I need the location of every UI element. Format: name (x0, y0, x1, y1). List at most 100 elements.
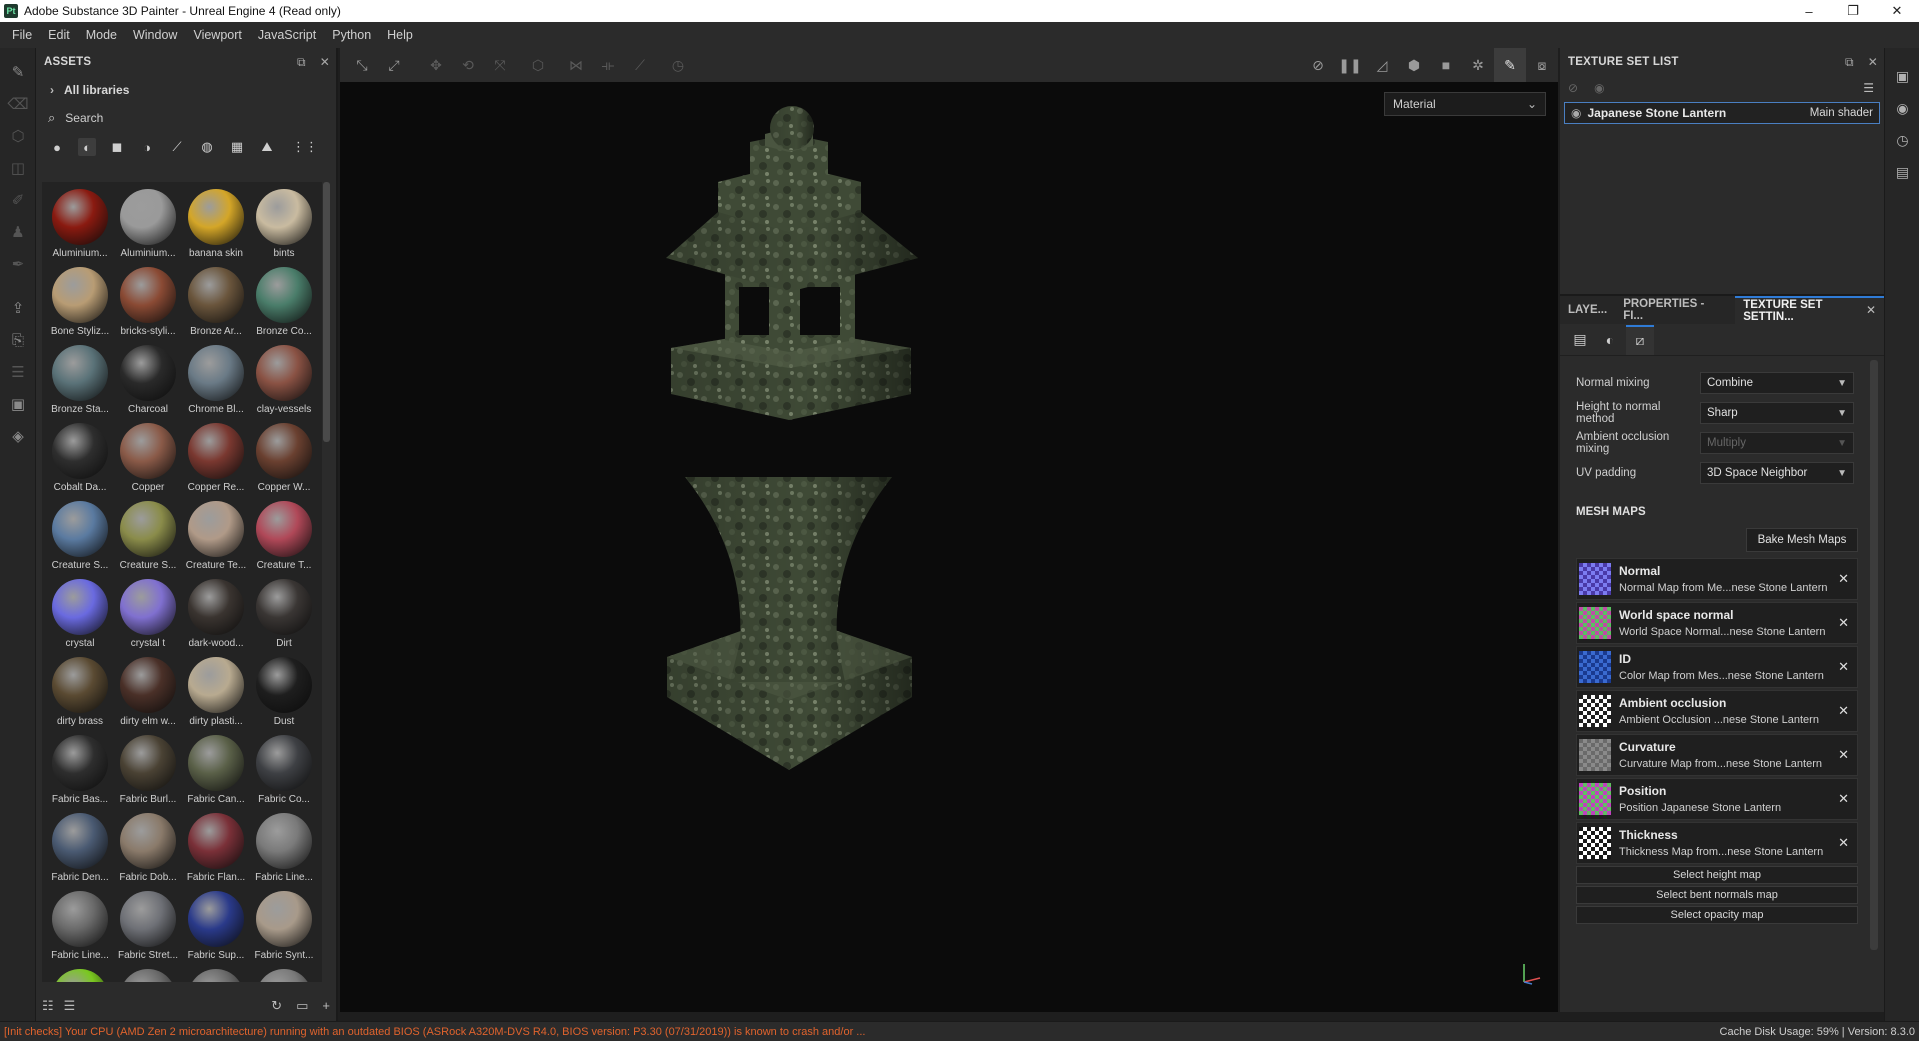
filter-textures-icon[interactable]: ▦ (228, 138, 246, 156)
asset-tile[interactable]: Fabric Flan... (182, 810, 250, 888)
asset-tile[interactable]: Cobalt Da... (46, 420, 114, 498)
texture-set-settings-icon[interactable]: ▤ (1566, 325, 1594, 355)
menu-javascript[interactable]: JavaScript (250, 28, 324, 42)
tab-texture-set-settings[interactable]: TEXTURE SET SETTIN... (1735, 296, 1884, 324)
texture-set-row[interactable]: ◉ Japanese Stone Lantern Main shader (1564, 102, 1880, 124)
scale-icon[interactable]: ⤧ (484, 48, 516, 82)
asset-tile[interactable]: Fabric Line... (46, 888, 114, 966)
close-panel-icon[interactable]: ✕ (1868, 55, 1878, 69)
remove-map-icon[interactable]: ✕ (1838, 791, 1849, 807)
asset-tile[interactable]: dirty plasti... (182, 654, 250, 732)
libraries-tree-item[interactable]: › All libraries (36, 76, 336, 104)
paint-brush-tool-icon[interactable]: ✎ (0, 56, 36, 88)
screenshot-icon[interactable]: ⧇ (1526, 48, 1558, 82)
refresh-icon[interactable]: ↻ (271, 998, 282, 1014)
remove-map-icon[interactable]: ✕ (1838, 659, 1849, 675)
asset-tile[interactable]: Chrome Bl... (182, 342, 250, 420)
menu-help[interactable]: Help (379, 28, 421, 42)
asset-tile[interactable]: clay-vessels (250, 342, 318, 420)
asset-tile[interactable]: Dust (250, 654, 318, 732)
snap-icon[interactable]: ⟋ (624, 48, 656, 82)
viewport-mode-dropdown[interactable]: Material ⌄ (1384, 92, 1546, 116)
remove-map-icon[interactable]: ✕ (1838, 835, 1849, 851)
close-panel-icon[interactable]: ✕ (320, 55, 330, 69)
menu-window[interactable]: Window (125, 28, 185, 42)
asset-tile[interactable]: bints (250, 186, 318, 264)
color-picker-tool-icon[interactable]: ✒ (0, 248, 36, 280)
shader-settings-icon[interactable]: ◐ (1596, 325, 1624, 355)
menu-icon[interactable]: ☰ (1863, 81, 1874, 95)
close-window-button[interactable]: ✕ (1875, 0, 1919, 22)
filter-masks-icon[interactable]: ◼ (108, 138, 126, 156)
asset-tile[interactable]: Fabric Bas... (46, 732, 114, 810)
menu-python[interactable]: Python (324, 28, 379, 42)
mesh-map-row[interactable]: Position Position Japanese Stone Lantern ✕ (1576, 778, 1858, 820)
asset-tile[interactable]: Creature T... (250, 498, 318, 576)
history-icon[interactable]: ◷ (662, 48, 694, 82)
asset-tile[interactable]: Fabric Can... (182, 732, 250, 810)
sort-icon[interactable]: ☷ (42, 998, 54, 1014)
filter-alphas-icon[interactable]: ◍ (198, 138, 216, 156)
asset-tile[interactable]: Fabric Den... (46, 810, 114, 888)
hide-icon[interactable]: ⊘ (1568, 81, 1578, 95)
asset-tile[interactable]: Dirt (250, 576, 318, 654)
filter-smart-materials-icon[interactable]: ◐ (78, 138, 96, 156)
menu-viewport[interactable]: Viewport (185, 28, 249, 42)
shader-icon[interactable]: ◉ (1885, 92, 1919, 124)
tab-properties[interactable]: PROPERTIES - FI... (1615, 296, 1735, 324)
normal-mixing-dropdown[interactable]: Combine ▼ (1700, 372, 1854, 394)
asset-tile[interactable]: Bronze Sta... (46, 342, 114, 420)
history-icon[interactable]: ◷ (1885, 124, 1919, 156)
asset-tile[interactable]: Fabric Line... (250, 810, 318, 888)
texture-set-icon[interactable]: ◈ (0, 420, 36, 452)
asset-tile[interactable]: crystal (46, 576, 114, 654)
object-icon[interactable]: ⬡ (522, 48, 554, 82)
remove-map-icon[interactable]: ✕ (1838, 747, 1849, 763)
asset-tile[interactable]: Aluminium... (46, 186, 114, 264)
layers-icon[interactable]: ☰ (0, 356, 36, 388)
asset-tile[interactable]: Charcoal (114, 342, 182, 420)
asset-tile[interactable]: dirty brass (46, 654, 114, 732)
init-check-warning[interactable]: [Init checks] Your CPU (AMD Zen 2 microa… (4, 1026, 1204, 1038)
asset-tile[interactable]: crystal t (114, 576, 182, 654)
camera-icon[interactable]: ■ (1430, 48, 1462, 82)
uv-padding-dropdown[interactable]: 3D Space Neighbor ▼ (1700, 462, 1854, 484)
asset-tile[interactable] (182, 966, 250, 982)
bake-mesh-maps-button[interactable]: Bake Mesh Maps (1746, 528, 1858, 552)
settings-scrollbar[interactable] (1870, 360, 1878, 950)
asset-tile[interactable]: bricks-styli... (114, 264, 182, 342)
mesh-map-row[interactable]: Ambient occlusion Ambient Occlusion ...ne… (1576, 690, 1858, 732)
asset-tile[interactable]: Bone Styliz... (46, 264, 114, 342)
clone-tool-icon[interactable]: ♟ (0, 216, 36, 248)
asset-tile[interactable]: Copper (114, 420, 182, 498)
menu-edit[interactable]: Edit (40, 28, 78, 42)
mesh-map-row[interactable]: World space normal World Space Normal...n… (1576, 602, 1858, 644)
float-panel-icon[interactable]: ⧉ (297, 55, 306, 70)
remove-map-icon[interactable]: ✕ (1838, 615, 1849, 631)
filter-brushes-icon[interactable]: ⟋ (168, 138, 186, 156)
asset-tile[interactable]: banana skin (182, 186, 250, 264)
add-icon[interactable]: + (322, 998, 330, 1014)
asset-tile[interactable]: Fabric Burl... (114, 732, 182, 810)
properties-icon[interactable]: ▣ (0, 388, 36, 420)
polygon-fill-tool-icon[interactable]: ◫ (0, 152, 36, 184)
asset-scrollbar[interactable] (323, 182, 330, 442)
select-opacity-map-button[interactable]: Select opacity map (1576, 906, 1858, 924)
filter-filters-icon[interactable]: ◑ (138, 138, 156, 156)
pause-icon[interactable]: ❚❚ (1334, 48, 1366, 82)
minimize-button[interactable]: – (1787, 0, 1831, 22)
asset-tile[interactable]: Bronze Co... (250, 264, 318, 342)
asset-tile[interactable]: Creature S... (46, 498, 114, 576)
texture-set-list-icon[interactable]: ▣ (1885, 60, 1919, 92)
symmetry-icon[interactable]: ⋈ (560, 48, 592, 82)
mesh-map-row[interactable]: Thickness Thickness Map from...nese Stone… (1576, 822, 1858, 864)
transform-icon[interactable]: ⤡ (346, 48, 378, 82)
mesh-map-row[interactable]: ID Color Map from Mes...nese Stone Lanter… (1576, 646, 1858, 688)
remove-map-icon[interactable]: ✕ (1838, 571, 1849, 587)
asset-tile[interactable]: Copper W... (250, 420, 318, 498)
select-height-map-button[interactable]: Select height map (1576, 866, 1858, 884)
asset-tile[interactable]: Creature Te... (182, 498, 250, 576)
shelf-icon[interactable]: ⎘ (0, 324, 36, 356)
asset-tile[interactable]: Aluminium... (114, 186, 182, 264)
asset-tile[interactable] (114, 966, 182, 982)
